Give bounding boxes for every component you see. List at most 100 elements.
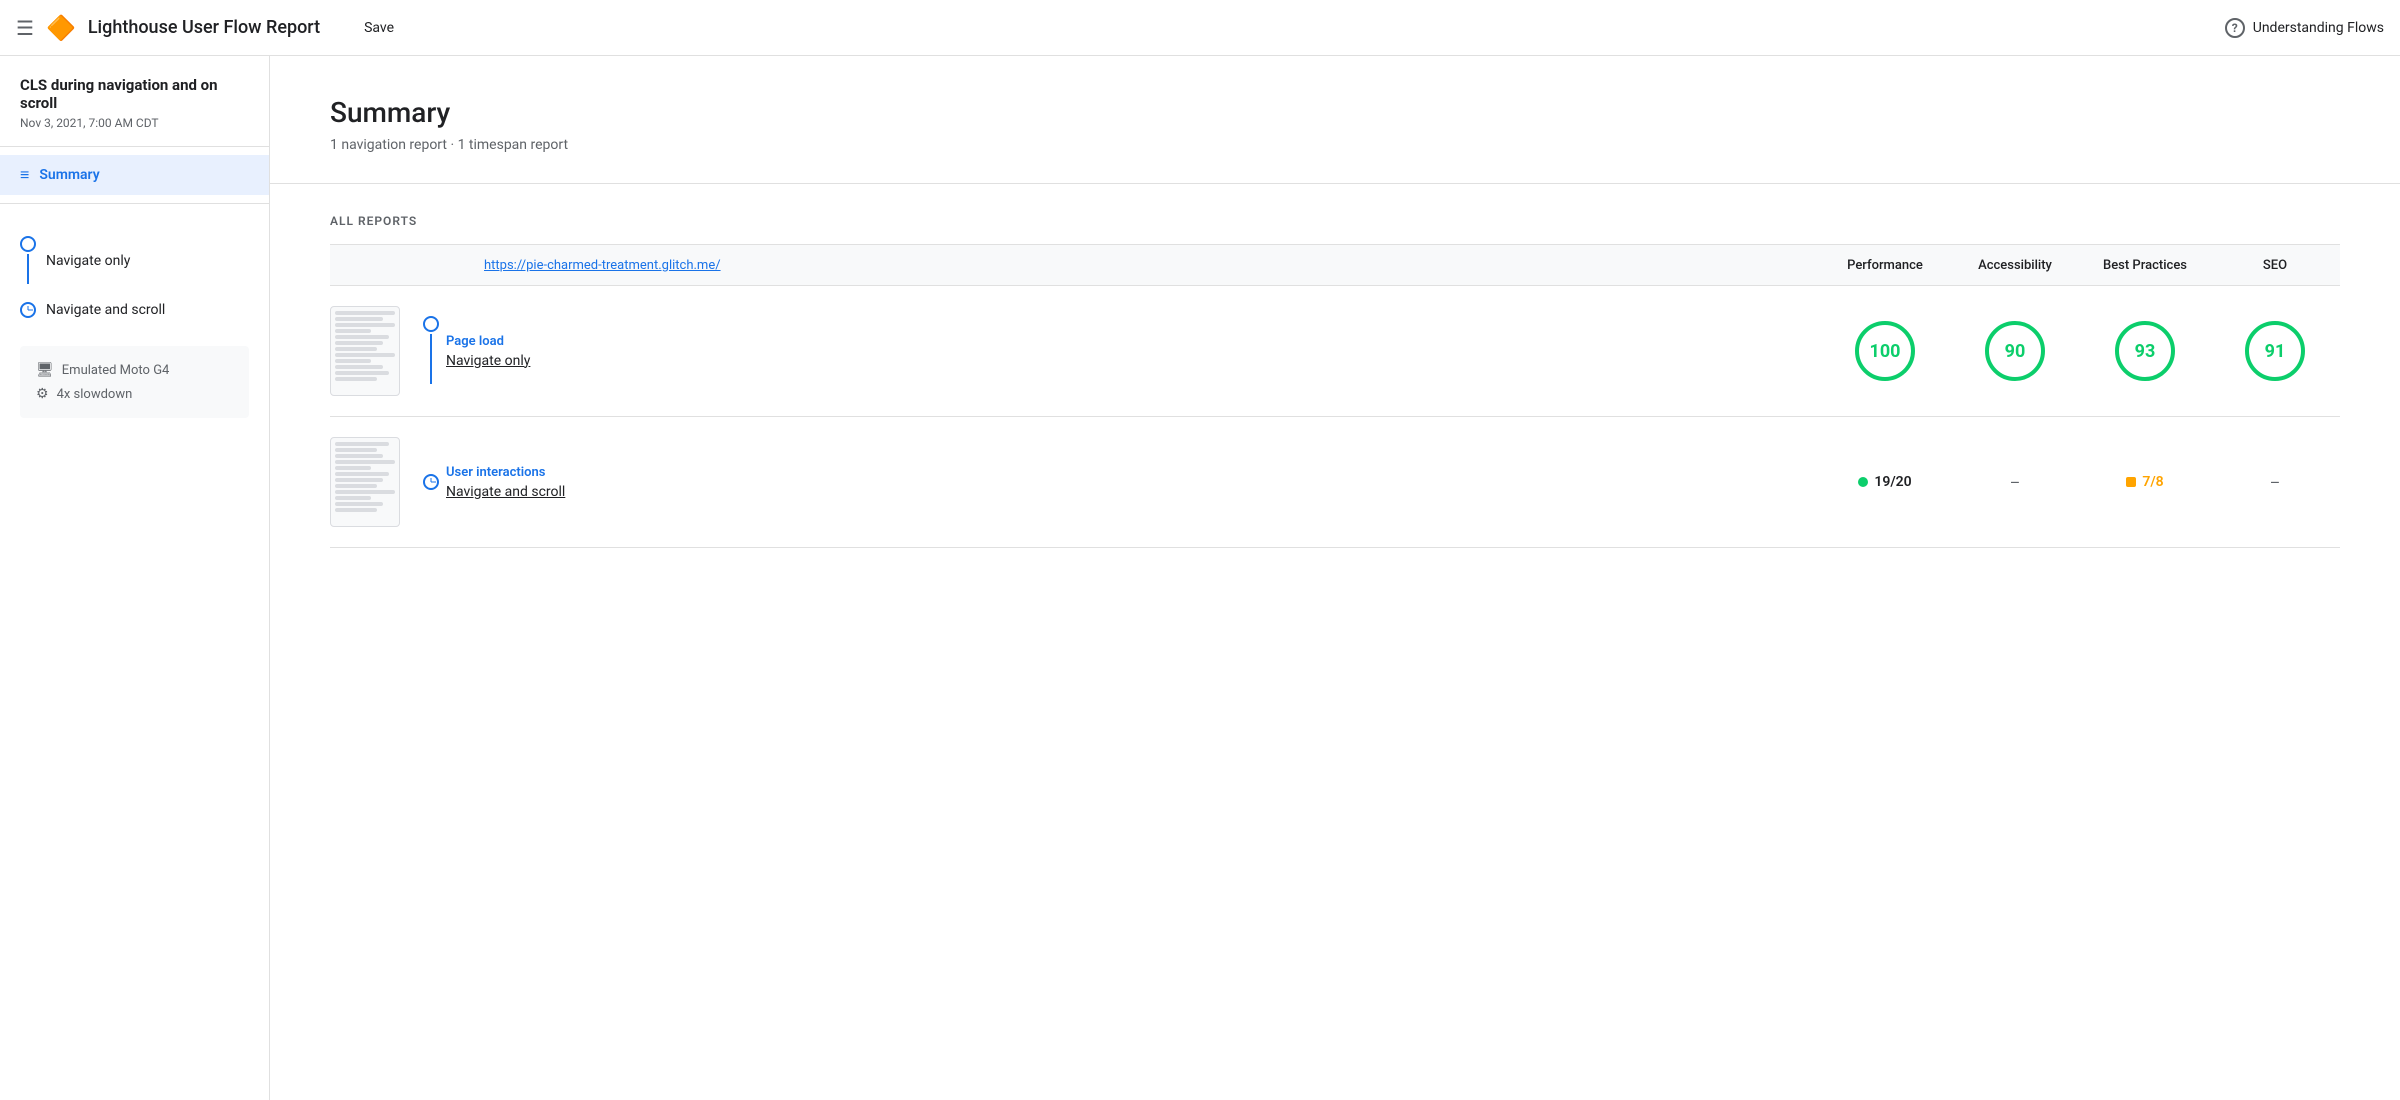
thumb-line: [335, 335, 389, 339]
thumb-line: [335, 323, 395, 327]
device-slowdown: ⚙ 4x slowdown: [36, 382, 233, 406]
report-name-navigate[interactable]: Navigate only: [446, 353, 1820, 369]
all-reports-section: ALL REPORTS https://pie-charmed-treatmen…: [270, 184, 2400, 578]
thumb-line: [335, 490, 395, 494]
score-best-navigate: 93: [2080, 321, 2210, 381]
report-row-navigate: Page load Navigate only 100 90 93 91: [330, 286, 2340, 417]
score-circle-access: 90: [1985, 321, 2045, 381]
score-access-scroll: –: [1950, 473, 2080, 492]
summary-title: Summary: [330, 96, 2340, 129]
thumb-line: [335, 466, 371, 470]
sidebar-summary-item[interactable]: ≡ Summary: [0, 155, 269, 195]
save-button[interactable]: Save: [352, 14, 406, 42]
summary-section: Summary 1 navigation report · 1 timespan…: [270, 56, 2400, 184]
flow-connector: [20, 236, 36, 286]
row-connector-1: [416, 316, 446, 386]
menu-icon[interactable]: ☰: [16, 16, 34, 40]
understanding-flows-link[interactable]: ? Understanding Flows: [2225, 18, 2384, 38]
report-type-navigate: Page load: [446, 334, 1820, 349]
report-table-header: https://pie-charmed-treatment.glitch.me/…: [330, 245, 2340, 286]
thumb-line: [335, 311, 395, 315]
flow-dot-clock: [20, 302, 36, 318]
thumb-line: [335, 448, 377, 452]
device-moto-label: Emulated Moto G4: [62, 363, 170, 378]
header: ☰ 🔶 Lighthouse User Flow Report Save ? U…: [0, 0, 2400, 56]
flow-line: [27, 254, 29, 284]
thumb-line: [335, 341, 383, 345]
thumb-line: [335, 359, 371, 363]
project-title: CLS during navigation and on scroll: [0, 56, 269, 116]
thumb-line: [335, 365, 383, 369]
col-seo: SEO: [2210, 258, 2340, 273]
thumb-line: [335, 317, 383, 321]
score-seo-scroll: –: [2210, 473, 2340, 492]
thumb-line: [335, 347, 377, 351]
timespan-perf: 19/20: [1858, 474, 1911, 490]
thumb-line: [335, 508, 377, 512]
score-perf-scroll: 19/20: [1820, 474, 1950, 490]
score-perf-navigate: 100: [1820, 321, 1950, 381]
device-moto: 🖥 Emulated Moto G4: [36, 358, 233, 382]
layout: CLS during navigation and on scroll Nov …: [0, 56, 2400, 1100]
gear-icon: ⚙: [36, 386, 49, 402]
flow-item-navigate[interactable]: Navigate only: [20, 228, 249, 294]
thumb-line: [335, 442, 389, 446]
report-thumb-navigate: [330, 306, 400, 396]
project-date: Nov 3, 2021, 7:00 AM CDT: [0, 116, 269, 146]
sidebar-device: 🖥 Emulated Moto G4 ⚙ 4x slowdown: [20, 346, 249, 418]
score-circle-perf: 100: [1855, 321, 1915, 381]
flow-dot-clock-row2: [423, 474, 439, 490]
score-access-navigate: 90: [1950, 321, 2080, 381]
col-accessibility: Accessibility: [1950, 258, 2080, 273]
ts-access-dash: –: [2010, 473, 2021, 492]
thumb-line: [335, 478, 383, 482]
flow-line-row1: [430, 334, 432, 384]
thumb-line: [335, 377, 377, 381]
report-type-scroll: User interactions: [446, 465, 1820, 480]
score-circle-seo: 91: [2245, 321, 2305, 381]
sidebar: CLS during navigation and on scroll Nov …: [0, 56, 270, 1100]
sidebar-summary-label: Summary: [39, 167, 99, 183]
flow-dot-circle-row1: [423, 316, 439, 332]
flow-label-navigate-scroll: Navigate and scroll: [46, 302, 165, 318]
flow-item-navigate-scroll[interactable]: Navigate and scroll: [20, 294, 249, 326]
sidebar-divider-2: [0, 203, 269, 204]
summary-subtitle: 1 navigation report · 1 timespan report: [330, 137, 2340, 153]
flow-label-navigate: Navigate only: [46, 253, 130, 269]
col-best-practices: Best Practices: [2080, 258, 2210, 273]
main-content: Summary 1 navigation report · 1 timespan…: [270, 56, 2400, 1100]
report-row-scroll: User interactions Navigate and scroll 19…: [330, 417, 2340, 548]
report-info-navigate: Page load Navigate only: [446, 334, 1820, 369]
header-title: Lighthouse User Flow Report: [88, 17, 320, 38]
sidebar-divider: [0, 146, 269, 147]
thumb-line: [335, 484, 377, 488]
ts-best-value: 7/8: [2142, 474, 2163, 490]
score-seo-navigate: 91: [2210, 321, 2340, 381]
help-icon: ?: [2225, 18, 2245, 38]
score-circle-best: 93: [2115, 321, 2175, 381]
col-performance: Performance: [1820, 258, 1950, 273]
report-info-scroll: User interactions Navigate and scroll: [446, 465, 1820, 500]
thumb-line: [335, 353, 395, 357]
row-connector-2: [416, 474, 446, 490]
ts-perf-value: 19/20: [1874, 474, 1911, 490]
report-name-scroll[interactable]: Navigate and scroll: [446, 484, 1820, 500]
thumb-line: [335, 496, 371, 500]
thumb-line: [335, 329, 371, 333]
url-header[interactable]: https://pie-charmed-treatment.glitch.me/: [476, 257, 1820, 273]
ts-dot-green: [1858, 477, 1868, 487]
sidebar-flows: Navigate only Navigate and scroll: [0, 212, 269, 326]
thumb-line: [335, 460, 395, 464]
score-best-scroll: 7/8: [2080, 474, 2210, 490]
flow-dot-circle: [20, 236, 36, 252]
thumb-line: [335, 371, 389, 375]
monitor-icon: 🖥: [36, 362, 54, 378]
device-slowdown-label: 4x slowdown: [57, 387, 133, 402]
header-left: ☰ 🔶 Lighthouse User Flow Report Save: [16, 14, 406, 42]
logo-icon: 🔶: [46, 14, 76, 42]
ts-square-orange: [2126, 477, 2136, 487]
flow-connector-2: [20, 302, 36, 318]
report-thumb-scroll: [330, 437, 400, 527]
thumb-line: [335, 502, 383, 506]
ts-seo-dash: –: [2270, 473, 2281, 492]
